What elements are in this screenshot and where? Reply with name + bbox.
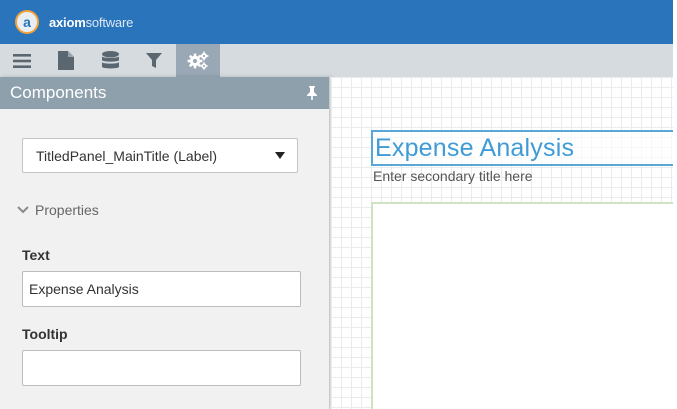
component-select-value: TitledPanel_MainTitle (Label) xyxy=(36,147,218,164)
properties-label: Properties xyxy=(35,202,99,218)
main-title-label[interactable]: Expense Analysis xyxy=(371,130,673,166)
panel-header: Components xyxy=(0,77,329,109)
document-button[interactable] xyxy=(44,44,88,77)
logo-letter: a xyxy=(23,14,31,30)
settings-button[interactable] xyxy=(176,44,220,77)
gears-icon xyxy=(187,51,209,70)
pin-icon[interactable] xyxy=(305,86,319,100)
axiom-logo-icon: a xyxy=(15,10,39,34)
brand-name: axiomsoftware xyxy=(49,15,133,30)
window-edge xyxy=(673,0,677,409)
tooltip-field-label: Tooltip xyxy=(22,326,68,342)
text-field-label: Text xyxy=(22,247,50,263)
text-field[interactable] xyxy=(22,271,301,307)
design-canvas[interactable]: Expense Analysis Enter secondary title h… xyxy=(331,77,673,409)
filter-icon xyxy=(146,52,162,68)
database-button[interactable] xyxy=(88,44,132,77)
app-header: a axiomsoftware xyxy=(0,0,673,44)
database-icon xyxy=(101,51,119,69)
menu-button[interactable] xyxy=(0,44,44,77)
main-title-text: Expense Analysis xyxy=(375,133,575,162)
chevron-down-icon xyxy=(17,206,29,214)
brand-name-light: software xyxy=(85,14,134,30)
tooltip-field[interactable] xyxy=(22,350,301,386)
filter-button[interactable] xyxy=(132,44,176,77)
properties-section-toggle[interactable]: Properties xyxy=(17,202,99,218)
components-panel: Components TitledPanel_MainTitle (Label)… xyxy=(0,77,330,409)
secondary-title-label[interactable]: Enter secondary title here xyxy=(373,168,533,184)
brand-name-bold: axiom xyxy=(49,14,86,30)
panel-title: Components xyxy=(10,83,107,102)
hamburger-menu-icon xyxy=(13,53,31,68)
document-icon xyxy=(58,51,74,70)
toolbar xyxy=(0,44,673,77)
caret-down-icon xyxy=(275,152,285,159)
panel-content-area[interactable] xyxy=(371,202,673,409)
component-select[interactable]: TitledPanel_MainTitle (Label) xyxy=(22,138,298,173)
